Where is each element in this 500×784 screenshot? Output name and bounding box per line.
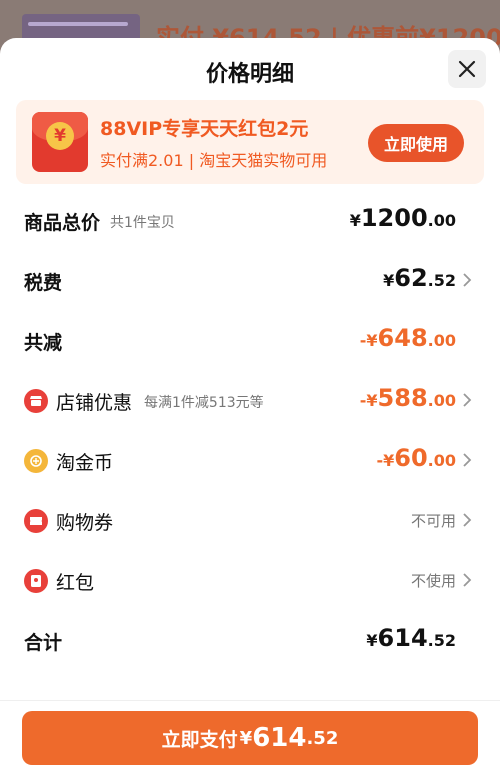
coupon-icon <box>24 509 48 533</box>
tax-label: 税费 <box>24 272 63 294</box>
chevron-right-icon <box>463 453 472 467</box>
footer-bar: 立即支付 ¥ 614 .52 <box>0 700 500 784</box>
pay-now-button[interactable]: 立即支付 ¥ 614 .52 <box>22 711 478 765</box>
row-sum: 合计 ¥614.52 <box>0 620 500 660</box>
yuan-coin-icon: ¥ <box>46 122 74 150</box>
taojinbi-label: 淘金币 <box>56 452 114 474</box>
sheet-title: 价格明细 <box>205 62 294 87</box>
row-tax[interactable]: 税费 ¥62.52 <box>0 260 500 300</box>
vip-redpacket-banner: ¥ 88VIP专享天天红包2元 实付满2.01 | 淘宝天猫实物可用 立即使用 <box>16 100 484 184</box>
reduction-value: -¥648.00 <box>359 324 456 352</box>
close-button[interactable] <box>448 50 486 88</box>
use-now-button[interactable]: 立即使用 <box>368 124 464 162</box>
gold-coin-icon <box>24 449 48 473</box>
price-detail-sheet: 价格明细 ¥ 88VIP专享天天红包2元 实付满2.01 | 淘宝天猫实物可用 … <box>0 38 500 784</box>
item-count: 共1件宝贝 <box>110 215 175 231</box>
promo-subtitle: 实付满2.01 | 淘宝天猫实物可用 <box>100 151 328 170</box>
red-packet-label: 红包 <box>56 572 95 594</box>
shop-icon <box>24 389 48 413</box>
chevron-right-icon <box>463 273 472 287</box>
sum-label: 合计 <box>24 632 63 654</box>
shop-discount-label: 店铺优惠 <box>56 392 133 414</box>
shop-discount-value: -¥588.00 <box>359 384 456 412</box>
shopping-coupon-status: 不可用 <box>410 512 456 530</box>
taojinbi-value: -¥60.00 <box>376 444 456 472</box>
promo-title: 88VIP专享天天红包2元 <box>100 118 309 140</box>
row-red-packet[interactable]: 红包 不使用 <box>0 560 500 600</box>
reduction-label: 共减 <box>24 332 63 354</box>
tax-value: ¥62.52 <box>383 264 456 292</box>
red-packet-status: 不使用 <box>410 572 456 590</box>
close-icon <box>458 60 476 78</box>
total-price-label: 商品总价 <box>24 212 101 234</box>
row-shop-discount[interactable]: 店铺优惠 每满1件减513元等 -¥588.00 <box>0 380 500 420</box>
row-total-reduction: 共减 -¥648.00 <box>0 320 500 360</box>
red-packet-icon <box>24 569 48 593</box>
chevron-right-icon <box>463 513 472 527</box>
row-total-price: 商品总价 共1件宝贝 ¥1200.00 <box>0 200 500 240</box>
chevron-right-icon <box>463 393 472 407</box>
thumbnail-text <box>28 22 128 26</box>
total-price-value: ¥1200.00 <box>349 204 456 232</box>
chevron-right-icon <box>463 573 472 587</box>
row-shopping-coupon[interactable]: 购物券 不可用 <box>0 500 500 540</box>
shop-discount-detail: 每满1件减513元等 <box>144 395 264 411</box>
red-envelope-icon: ¥ <box>32 112 88 172</box>
shopping-coupon-label: 购物券 <box>56 512 114 534</box>
row-taojinbi[interactable]: 淘金币 -¥60.00 <box>0 440 500 480</box>
sum-value: ¥614.52 <box>366 624 456 652</box>
